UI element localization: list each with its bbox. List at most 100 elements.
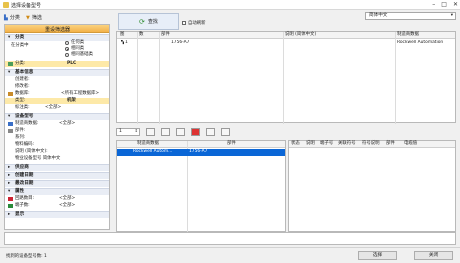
pkg-label: 物业设备型号 简体中文 <box>15 156 61 161</box>
category-value: PLC <box>67 61 77 66</box>
section-attr[interactable]: 属性 <box>5 188 109 195</box>
col-header-linked-symbol[interactable]: 关联符号 <box>337 141 361 148</box>
part-label: 部件: <box>15 128 26 133</box>
type-row[interactable]: 类型: 机架 <box>5 98 109 104</box>
creator-row[interactable]: 创建者: <box>5 77 109 83</box>
desc-row[interactable]: 说明 (简体中文): <box>5 149 109 155</box>
preview-area <box>4 232 456 245</box>
section-device-model-label: 设备型号 <box>15 114 34 119</box>
category-tab[interactable]: ▙ 分类 <box>4 14 20 22</box>
database-value: <所有工程数据库> <box>61 91 100 96</box>
category-folder-icon <box>8 62 13 66</box>
col-header-desc[interactable]: 说明 (简体中文) <box>283 32 395 39</box>
section-supply[interactable]: 供应商 <box>5 164 109 171</box>
modifier-label: 修改者: <box>15 84 30 89</box>
std-label: 标注类: <box>15 105 30 110</box>
manufacturer-label: 制造商数据: <box>15 121 39 126</box>
table-row[interactable]: Rockwell Autom... 1756-A7 <box>117 149 285 156</box>
creator-label: 创建者: <box>15 77 30 82</box>
tool-button-2[interactable] <box>161 128 170 136</box>
close-window-button[interactable]: ✕ <box>453 1 458 8</box>
col-header-detail-desc[interactable]: 说明 <box>305 141 319 148</box>
search-icon: ⟳ <box>139 17 145 26</box>
circuit-value: <全部> <box>59 196 76 201</box>
col-header-icon[interactable]: 图 <box>117 32 137 39</box>
section-device-model[interactable]: 设备型号 <box>5 113 109 120</box>
new-part-button[interactable] <box>176 128 185 136</box>
category-value-row[interactable]: 分类: PLC <box>5 61 109 67</box>
search-button-label: 查找 <box>147 19 158 25</box>
section-created-date[interactable]: 创建日期 <box>5 172 109 179</box>
col-header-num[interactable]: 数 <box>137 32 159 39</box>
col-header-part-manufacturer[interactable]: 制造商数据 <box>117 141 187 148</box>
table-row[interactable]: ▚ 1 1756-A7 Rockwell Automation <box>117 40 455 47</box>
tool-button-6[interactable] <box>221 128 230 136</box>
detail-grid: 状态 说明 端子号 关联符号 符号说明 部件 电缆值 <box>288 140 456 232</box>
tool-button-1[interactable] <box>146 128 155 136</box>
database-label: 数据库: <box>15 91 30 96</box>
window-title: 选择设备型号 <box>11 3 42 9</box>
col-header-symbol-desc[interactable]: 符号说明 <box>361 141 385 148</box>
delete-part-button[interactable] <box>191 128 200 136</box>
section-display-label: 显示 <box>15 212 25 217</box>
row-manufacturer: Rockwell Automation <box>397 40 444 45</box>
category-label: 分类: <box>15 61 26 66</box>
circuit-icon <box>8 197 13 201</box>
checkbox-icon <box>182 21 186 25</box>
filter-icon: ▼ <box>26 14 30 21</box>
manufacturer-row[interactable]: 制造商数据: <全部> <box>5 121 109 127</box>
radio-same-base[interactable]: 相同基础类 <box>65 52 93 58</box>
auto-refresh-checkbox[interactable]: 自动刷新 <box>182 20 206 26</box>
close-button[interactable]: 关闭 <box>414 251 453 260</box>
section-basic[interactable]: 基本信息 <box>5 69 109 76</box>
terminal-label: 端子数: <box>15 203 30 208</box>
select-button[interactable]: 选择 <box>358 251 397 260</box>
maximize-button[interactable]: □ <box>441 1 447 8</box>
col-header-cable[interactable]: 电缆值 <box>403 141 455 148</box>
language-select[interactable]: 简体中文 <box>365 12 456 20</box>
col-header-terminal[interactable]: 端子号 <box>319 141 337 148</box>
std-value: <全部> <box>45 105 62 110</box>
database-icon <box>8 92 13 96</box>
material-row[interactable]: 物料编码: <box>5 142 109 148</box>
in-category-label: 在分类中 <box>11 43 29 48</box>
category-icon: ▙ <box>4 14 8 21</box>
row-num: 1 <box>125 40 128 45</box>
col-header-detail-part[interactable]: 部件 <box>385 141 403 148</box>
minimize-button[interactable]: – <box>432 1 435 8</box>
circuit-label: 回路数目: <box>15 196 35 201</box>
circuit-row[interactable]: 回路数目: <全部> <box>5 196 109 202</box>
category-tab-label: 分类 <box>9 15 20 21</box>
modifier-row[interactable]: 修改者: <box>5 84 109 90</box>
tool-button-5[interactable] <box>206 128 215 136</box>
col-header-part[interactable]: 部件 <box>159 32 283 39</box>
part-row[interactable]: 部件: <box>5 128 109 134</box>
section-created-date-label: 创建日期 <box>15 173 34 178</box>
auto-refresh-label: 自动刷新 <box>188 21 206 26</box>
type-label: 类型: <box>15 98 26 103</box>
search-button[interactable]: ⟳ 查找 <box>118 13 179 30</box>
database-row[interactable]: 数据库: <所有工程数据库> <box>5 91 109 97</box>
pkg-row[interactable]: 物业设备型号 简体中文 <box>5 156 109 162</box>
terminal-row[interactable]: 端子数: <全部> <box>5 203 109 209</box>
parts-grid: 制造商数据 部件 Rockwell Autom... 1756-A7 <box>116 140 286 233</box>
language-value: 简体中文 <box>369 13 388 18</box>
col-header-manufacturer[interactable]: 制造商数据 <box>395 32 455 39</box>
quantity-stepper[interactable]: 1 ⇕ <box>116 128 140 136</box>
filter-tab[interactable]: ▼ 筛选 <box>26 14 42 22</box>
reset-filter-label: 重设筛选器 <box>45 27 71 33</box>
reset-filter-button[interactable]: 重设筛选器 <box>5 25 109 33</box>
std-row[interactable]: 标注类: <全部> <box>5 105 109 111</box>
col-header-status[interactable]: 状态 <box>289 141 305 148</box>
status-text: 找到的设备型号数: 1 <box>6 254 47 259</box>
part-icon <box>8 129 13 133</box>
col-header-part-number[interactable]: 部件 <box>187 141 285 148</box>
filter-tab-label: 筛选 <box>31 15 42 21</box>
quantity-value: 1 <box>119 129 122 134</box>
type-value: 机架 <box>67 98 76 103</box>
section-category[interactable]: 分类 <box>5 34 109 41</box>
section-modified-date[interactable]: 最改日期 <box>5 180 109 187</box>
series-row[interactable]: 系列: <box>5 135 109 141</box>
section-display[interactable]: 显示 <box>5 211 109 218</box>
manufacturer-icon <box>8 122 13 126</box>
